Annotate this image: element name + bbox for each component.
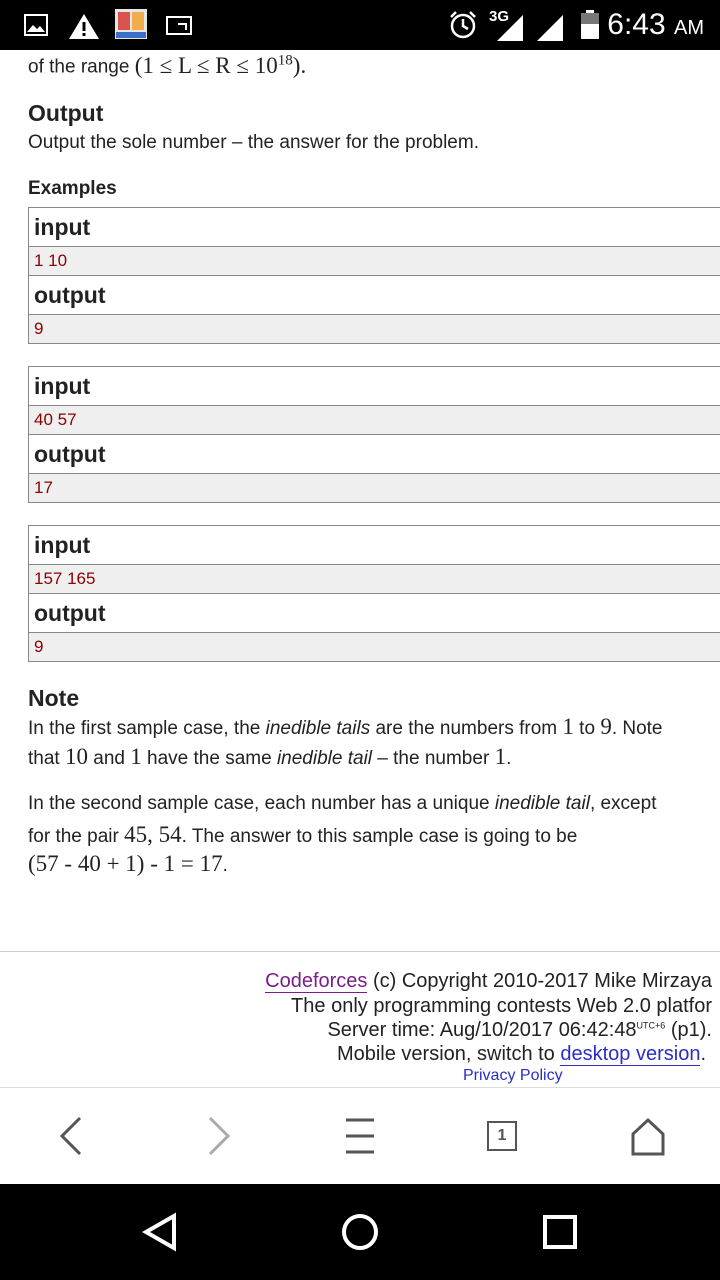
note-paragraph-2-line-2: for the pair 45, 54. The answer to this … (28, 822, 577, 848)
sample-output-label: output (29, 435, 720, 474)
sample-input-value[interactable]: 1 10 (29, 247, 720, 276)
browser-toolbar: 1 (0, 1087, 720, 1185)
note-emphasis: inedible tail (494, 793, 590, 814)
note-text: for the pair (28, 826, 125, 847)
battery-icon (581, 10, 599, 39)
range-exponent: 18 (277, 52, 293, 68)
note-paragraph-2-line-3: (57 - 40 + 1) - 1 = 17. (28, 851, 228, 877)
note-text: are the numbers from (370, 718, 563, 739)
note-math: 45, 54 (124, 822, 182, 847)
sample-output-value[interactable]: 17 (29, 474, 720, 502)
note-formula: (57 - 40 + 1) - 1 = 17 (28, 851, 223, 876)
sample-test-2: input 40 57 output 17 (28, 366, 720, 503)
cast-icon (166, 16, 192, 35)
note-text: that (28, 748, 65, 769)
server-time-suffix: (p1). (665, 1019, 712, 1041)
footer-server-time: Server time: Aug/10/2017 06:42:48UTC+6 (… (327, 1019, 712, 1042)
output-text: Output the sole number – the answer for … (28, 132, 479, 153)
note-text: and (87, 748, 131, 769)
note-text: . The answer to this sample case is goin… (181, 826, 578, 847)
footer-copyright: (c) Copyright 2010-2017 Mike Mirzaya (367, 970, 712, 992)
sample-input-label: input (29, 526, 720, 565)
note-text: , except (589, 793, 657, 814)
mobile-version-suffix: . (700, 1043, 706, 1065)
sample-test-1: input 1 10 output 9 (28, 207, 720, 344)
alarm-icon (450, 11, 476, 39)
range-math: (1 ≤ L ≤ R ≤ 1018). (134, 52, 307, 78)
clock: 6:43 AM (607, 8, 704, 42)
nav-recents-icon[interactable] (542, 1212, 578, 1252)
note-paragraph-2-line-1: In the second sample case, each number h… (28, 793, 656, 815)
sample-output-label: output (29, 594, 720, 633)
note-text: – the number (372, 748, 495, 769)
sample-output-value[interactable]: 9 (29, 315, 720, 343)
note-text: to (573, 718, 601, 739)
range-suffix: ). (292, 52, 307, 78)
nav-home-icon[interactable] (340, 1212, 380, 1252)
server-time: Server time: Aug/10/2017 06:42:48 (327, 1019, 637, 1041)
clock-time: 6:43 (607, 8, 666, 41)
note-math: 9 (600, 714, 612, 739)
note-math: 1 (562, 714, 574, 739)
sample-input-label: input (29, 208, 720, 247)
note-text: have the same (141, 748, 277, 769)
signal-icon (537, 15, 563, 41)
desktop-version-link[interactable]: desktop version (560, 1043, 701, 1066)
back-icon[interactable] (56, 1114, 86, 1158)
footer-tagline: The only programming contests Web 2.0 pl… (291, 995, 712, 1017)
footer-mobile-version: Mobile version, switch to desktop versio… (337, 1043, 706, 1066)
note-math: 1 (494, 744, 507, 769)
note-text: . (506, 748, 512, 769)
home-icon[interactable] (630, 1114, 666, 1158)
range-expression: (1 ≤ L ≤ R ≤ 10 (134, 52, 278, 78)
note-text: . (222, 855, 228, 876)
image-icon (24, 14, 48, 36)
note-text: . Note (611, 718, 663, 739)
sample-output-value[interactable]: 9 (29, 633, 720, 661)
status-bar: 3G 6:43 AM (0, 0, 720, 50)
nav-back-icon[interactable] (140, 1212, 180, 1252)
examples-title: Examples (28, 178, 117, 199)
signal-icon (497, 15, 523, 41)
sample-input-value[interactable]: 40 57 (29, 406, 720, 435)
output-title: Output (28, 100, 104, 126)
note-paragraph-1-line-2: that 10 and 1 have the same inedible tai… (28, 744, 511, 770)
note-text: In the first sample case, the (28, 718, 266, 739)
tabs-button[interactable]: 1 (487, 1121, 517, 1151)
mobile-version-text: Mobile version, switch to (336, 1043, 561, 1065)
note-math: 1 (130, 744, 142, 769)
tabs-count: 1 (497, 1127, 507, 1144)
footer-divider (0, 951, 720, 952)
codeforces-link[interactable]: Codeforces (265, 970, 368, 993)
sample-input-label: input (29, 367, 720, 406)
sample-input-value[interactable]: 157 165 (29, 565, 720, 594)
note-text: In the second sample case, each number h… (28, 793, 495, 814)
note-math: 10 (64, 744, 88, 769)
privacy-policy-link[interactable]: Privacy Policy (463, 1067, 563, 1085)
sample-test-3: input 157 165 output 9 (28, 525, 720, 662)
note-emphasis: inedible tail (276, 748, 373, 769)
system-navigation-bar (0, 1184, 720, 1280)
warning-icon (69, 14, 99, 39)
sample-output-label: output (29, 276, 720, 315)
page-content[interactable]: of the range (1 ≤ L ≤ R ≤ 1018). Output … (0, 50, 720, 1086)
server-timezone: UTC+6 (636, 1020, 666, 1031)
statement-range: of the range (1 ≤ L ≤ R ≤ 1018). (28, 52, 306, 79)
note-emphasis: inedible tails (265, 718, 371, 739)
forward-icon[interactable] (204, 1114, 234, 1158)
note-paragraph-1-line-1: In the first sample case, the inedible t… (28, 714, 663, 740)
app-icon (115, 9, 147, 39)
range-prefix: of the range (28, 56, 135, 78)
clock-ampm: AM (674, 17, 704, 39)
footer-copyright-line: Codeforces (c) Copyright 2010-2017 Mike … (265, 970, 712, 993)
menu-icon[interactable] (344, 1114, 376, 1158)
note-title: Note (28, 685, 80, 711)
